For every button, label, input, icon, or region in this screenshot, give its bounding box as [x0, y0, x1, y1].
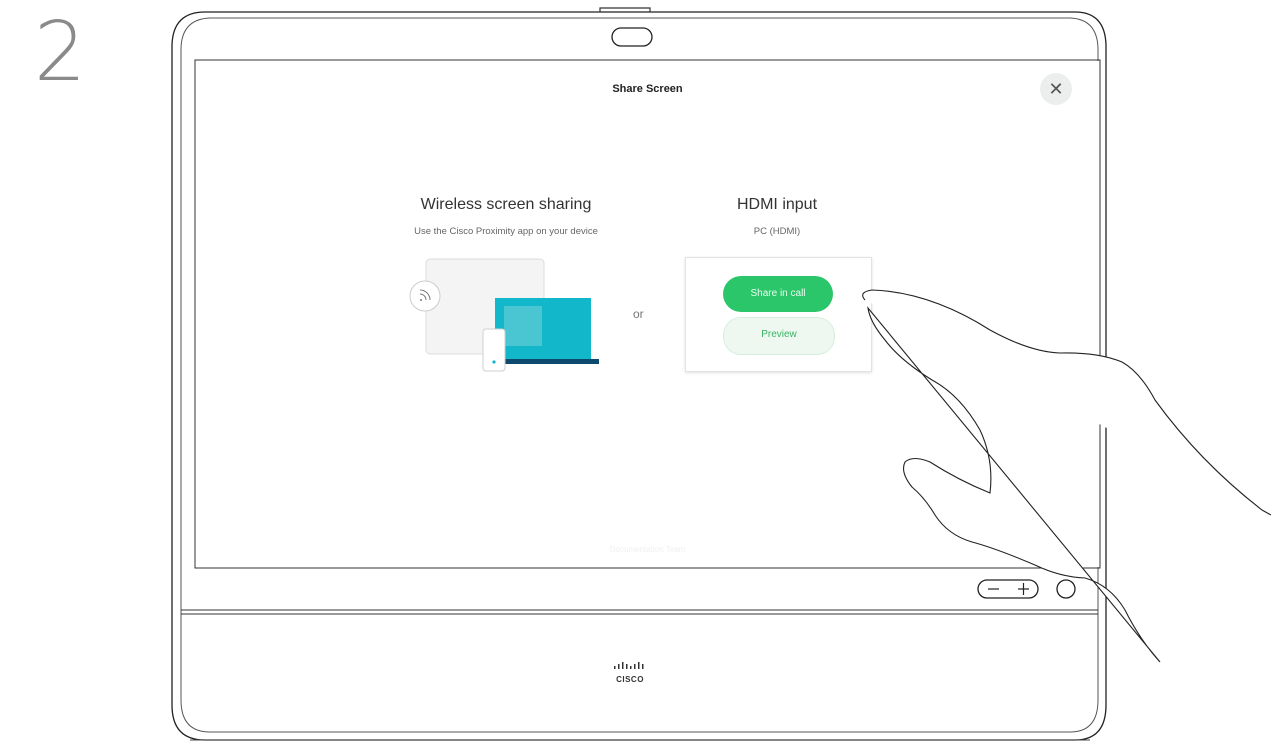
hand-illustration [862, 289, 1271, 663]
